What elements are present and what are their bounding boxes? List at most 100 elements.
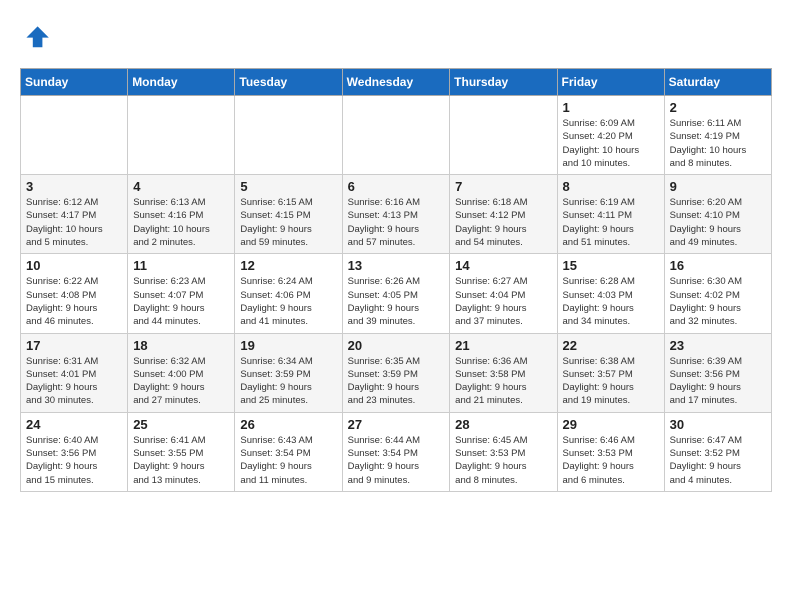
- day-info: Sunrise: 6:46 AM Sunset: 3:53 PM Dayligh…: [563, 434, 659, 487]
- calendar-cell: [128, 96, 235, 175]
- calendar-cell: 22 Sunrise: 6:38 AM Sunset: 3:57 PM Dayli…: [557, 333, 664, 412]
- day-info: Sunrise: 6:09 AM Sunset: 4:20 PM Dayligh…: [563, 117, 659, 170]
- day-info: Sunrise: 6:18 AM Sunset: 4:12 PM Dayligh…: [455, 196, 551, 249]
- day-info: Sunrise: 6:20 AM Sunset: 4:10 PM Dayligh…: [670, 196, 766, 249]
- day-info: Sunrise: 6:39 AM Sunset: 3:56 PM Dayligh…: [670, 355, 766, 408]
- day-info: Sunrise: 6:23 AM Sunset: 4:07 PM Dayligh…: [133, 275, 229, 328]
- weekday-header-saturday: Saturday: [664, 69, 771, 96]
- calendar-cell: 2 Sunrise: 6:11 AM Sunset: 4:19 PM Daylig…: [664, 96, 771, 175]
- day-number: 1: [563, 100, 659, 115]
- day-number: 14: [455, 258, 551, 273]
- weekday-header-monday: Monday: [128, 69, 235, 96]
- day-info: Sunrise: 6:45 AM Sunset: 3:53 PM Dayligh…: [455, 434, 551, 487]
- day-info: Sunrise: 6:31 AM Sunset: 4:01 PM Dayligh…: [26, 355, 122, 408]
- day-info: Sunrise: 6:22 AM Sunset: 4:08 PM Dayligh…: [26, 275, 122, 328]
- calendar-table: SundayMondayTuesdayWednesdayThursdayFrid…: [20, 68, 772, 492]
- day-number: 20: [348, 338, 445, 353]
- calendar-cell: 5 Sunrise: 6:15 AM Sunset: 4:15 PM Daylig…: [235, 175, 342, 254]
- day-info: Sunrise: 6:35 AM Sunset: 3:59 PM Dayligh…: [348, 355, 445, 408]
- day-number: 19: [240, 338, 336, 353]
- day-info: Sunrise: 6:12 AM Sunset: 4:17 PM Dayligh…: [26, 196, 122, 249]
- day-number: 5: [240, 179, 336, 194]
- calendar-cell: 6 Sunrise: 6:16 AM Sunset: 4:13 PM Daylig…: [342, 175, 450, 254]
- calendar-cell: 25 Sunrise: 6:41 AM Sunset: 3:55 PM Dayli…: [128, 412, 235, 491]
- calendar-cell: 18 Sunrise: 6:32 AM Sunset: 4:00 PM Dayli…: [128, 333, 235, 412]
- calendar-cell: 16 Sunrise: 6:30 AM Sunset: 4:02 PM Dayli…: [664, 254, 771, 333]
- calendar-cell: 9 Sunrise: 6:20 AM Sunset: 4:10 PM Daylig…: [664, 175, 771, 254]
- day-number: 29: [563, 417, 659, 432]
- week-row-3: 10 Sunrise: 6:22 AM Sunset: 4:08 PM Dayli…: [21, 254, 772, 333]
- day-info: Sunrise: 6:30 AM Sunset: 4:02 PM Dayligh…: [670, 275, 766, 328]
- logo: [20, 20, 56, 52]
- day-number: 3: [26, 179, 122, 194]
- day-number: 30: [670, 417, 766, 432]
- calendar-cell: 24 Sunrise: 6:40 AM Sunset: 3:56 PM Dayli…: [21, 412, 128, 491]
- calendar-cell: 3 Sunrise: 6:12 AM Sunset: 4:17 PM Daylig…: [21, 175, 128, 254]
- day-info: Sunrise: 6:27 AM Sunset: 4:04 PM Dayligh…: [455, 275, 551, 328]
- page-header: [20, 20, 772, 52]
- day-number: 9: [670, 179, 766, 194]
- day-info: Sunrise: 6:11 AM Sunset: 4:19 PM Dayligh…: [670, 117, 766, 170]
- calendar-cell: 10 Sunrise: 6:22 AM Sunset: 4:08 PM Dayli…: [21, 254, 128, 333]
- calendar-cell: 15 Sunrise: 6:28 AM Sunset: 4:03 PM Dayli…: [557, 254, 664, 333]
- day-number: 27: [348, 417, 445, 432]
- day-info: Sunrise: 6:44 AM Sunset: 3:54 PM Dayligh…: [348, 434, 445, 487]
- day-number: 6: [348, 179, 445, 194]
- weekday-header-thursday: Thursday: [450, 69, 557, 96]
- day-number: 28: [455, 417, 551, 432]
- day-number: 4: [133, 179, 229, 194]
- day-number: 18: [133, 338, 229, 353]
- day-number: 15: [563, 258, 659, 273]
- day-info: Sunrise: 6:34 AM Sunset: 3:59 PM Dayligh…: [240, 355, 336, 408]
- day-info: Sunrise: 6:28 AM Sunset: 4:03 PM Dayligh…: [563, 275, 659, 328]
- day-number: 13: [348, 258, 445, 273]
- calendar-cell: [450, 96, 557, 175]
- week-row-2: 3 Sunrise: 6:12 AM Sunset: 4:17 PM Daylig…: [21, 175, 772, 254]
- weekday-header-sunday: Sunday: [21, 69, 128, 96]
- calendar-cell: [235, 96, 342, 175]
- calendar-cell: 29 Sunrise: 6:46 AM Sunset: 3:53 PM Dayli…: [557, 412, 664, 491]
- day-number: 16: [670, 258, 766, 273]
- calendar-cell: 8Sunrise: 6:19 AM Sunset: 4:11 PM Daylig…: [557, 175, 664, 254]
- day-info: Sunrise: 6:43 AM Sunset: 3:54 PM Dayligh…: [240, 434, 336, 487]
- week-row-4: 17Sunrise: 6:31 AM Sunset: 4:01 PM Dayli…: [21, 333, 772, 412]
- calendar-cell: 28 Sunrise: 6:45 AM Sunset: 3:53 PM Dayli…: [450, 412, 557, 491]
- calendar-cell: 17Sunrise: 6:31 AM Sunset: 4:01 PM Dayli…: [21, 333, 128, 412]
- calendar-cell: 11 Sunrise: 6:23 AM Sunset: 4:07 PM Dayli…: [128, 254, 235, 333]
- day-number: 24: [26, 417, 122, 432]
- day-number: 26: [240, 417, 336, 432]
- weekday-header-tuesday: Tuesday: [235, 69, 342, 96]
- calendar-cell: 30 Sunrise: 6:47 AM Sunset: 3:52 PM Dayli…: [664, 412, 771, 491]
- calendar-cell: [21, 96, 128, 175]
- day-number: 23: [670, 338, 766, 353]
- day-number: 7: [455, 179, 551, 194]
- calendar-cell: 14 Sunrise: 6:27 AM Sunset: 4:04 PM Dayli…: [450, 254, 557, 333]
- day-info: Sunrise: 6:36 AM Sunset: 3:58 PM Dayligh…: [455, 355, 551, 408]
- day-number: 11: [133, 258, 229, 273]
- weekday-header-wednesday: Wednesday: [342, 69, 450, 96]
- calendar-cell: 1 Sunrise: 6:09 AM Sunset: 4:20 PM Daylig…: [557, 96, 664, 175]
- calendar-cell: 21 Sunrise: 6:36 AM Sunset: 3:58 PM Dayli…: [450, 333, 557, 412]
- calendar-cell: 27 Sunrise: 6:44 AM Sunset: 3:54 PM Dayli…: [342, 412, 450, 491]
- calendar-cell: 19 Sunrise: 6:34 AM Sunset: 3:59 PM Dayli…: [235, 333, 342, 412]
- week-row-1: 1 Sunrise: 6:09 AM Sunset: 4:20 PM Daylig…: [21, 96, 772, 175]
- day-number: 22: [563, 338, 659, 353]
- day-number: 2: [670, 100, 766, 115]
- calendar-cell: 20 Sunrise: 6:35 AM Sunset: 3:59 PM Dayli…: [342, 333, 450, 412]
- day-info: Sunrise: 6:40 AM Sunset: 3:56 PM Dayligh…: [26, 434, 122, 487]
- day-info: Sunrise: 6:47 AM Sunset: 3:52 PM Dayligh…: [670, 434, 766, 487]
- day-info: Sunrise: 6:19 AM Sunset: 4:11 PM Dayligh…: [563, 196, 659, 249]
- week-row-5: 24 Sunrise: 6:40 AM Sunset: 3:56 PM Dayli…: [21, 412, 772, 491]
- day-number: 21: [455, 338, 551, 353]
- day-info: Sunrise: 6:15 AM Sunset: 4:15 PM Dayligh…: [240, 196, 336, 249]
- day-info: Sunrise: 6:16 AM Sunset: 4:13 PM Dayligh…: [348, 196, 445, 249]
- day-number: 25: [133, 417, 229, 432]
- calendar-cell: 23 Sunrise: 6:39 AM Sunset: 3:56 PM Dayli…: [664, 333, 771, 412]
- calendar-cell: 13 Sunrise: 6:26 AM Sunset: 4:05 PM Dayli…: [342, 254, 450, 333]
- day-info: Sunrise: 6:26 AM Sunset: 4:05 PM Dayligh…: [348, 275, 445, 328]
- day-number: 10: [26, 258, 122, 273]
- day-info: Sunrise: 6:38 AM Sunset: 3:57 PM Dayligh…: [563, 355, 659, 408]
- day-info: Sunrise: 6:41 AM Sunset: 3:55 PM Dayligh…: [133, 434, 229, 487]
- calendar-cell: [342, 96, 450, 175]
- day-info: Sunrise: 6:32 AM Sunset: 4:00 PM Dayligh…: [133, 355, 229, 408]
